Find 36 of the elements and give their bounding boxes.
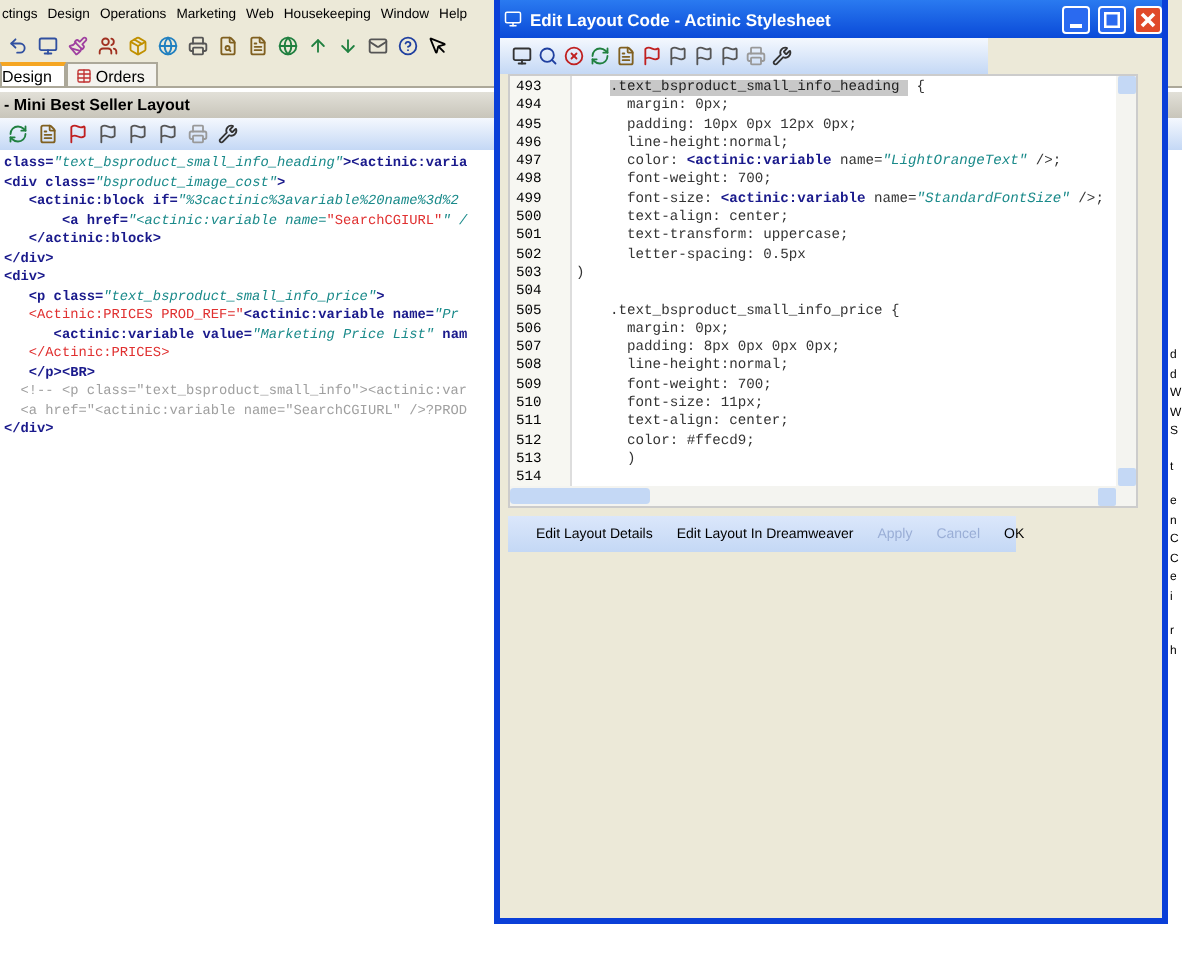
- document-icon[interactable]: [248, 36, 268, 56]
- people-icon[interactable]: [98, 36, 118, 56]
- minimize-button[interactable]: [1062, 5, 1090, 33]
- monitor-icon[interactable]: [38, 36, 58, 56]
- tab[interactable]: Orders: [65, 62, 159, 86]
- maximize-button[interactable]: [1098, 5, 1126, 33]
- window-title: Edit Layout Code - Actinic Stylesheet: [530, 9, 833, 29]
- close-button[interactable]: [1134, 5, 1162, 33]
- window-icon: [504, 10, 522, 28]
- mail-icon[interactable]: [368, 36, 388, 56]
- pointer-icon[interactable]: [428, 36, 448, 56]
- tab[interactable]: Design: [0, 62, 66, 86]
- vertical-scrollbar[interactable]: [1116, 76, 1136, 486]
- undo-icon[interactable]: [8, 36, 28, 56]
- wrench-icon[interactable]: [772, 46, 792, 66]
- refresh-icon[interactable]: [590, 46, 610, 66]
- down-arrow-icon[interactable]: [338, 36, 358, 56]
- document-icon[interactable]: [616, 46, 636, 66]
- globe-icon[interactable]: [278, 36, 298, 56]
- up-arrow-icon[interactable]: [308, 36, 328, 56]
- globe-icon[interactable]: [158, 36, 178, 56]
- minimize-icon: [1070, 23, 1082, 27]
- document-icon[interactable]: [218, 36, 238, 56]
- search-icon[interactable]: [538, 46, 558, 66]
- document-icon[interactable]: [38, 124, 58, 144]
- help-icon[interactable]: [398, 36, 418, 56]
- frame-icon[interactable]: [512, 46, 532, 66]
- stop-icon[interactable]: [564, 46, 584, 66]
- refresh-icon[interactable]: [8, 124, 28, 144]
- printer-icon[interactable]: [188, 36, 208, 56]
- table-icon: [75, 68, 92, 84]
- horizontal-scrollbar[interactable]: [510, 486, 1136, 506]
- brush-icon[interactable]: [68, 36, 88, 56]
- close-icon: [1140, 11, 1156, 27]
- wrench-icon[interactable]: [218, 124, 238, 144]
- maximize-icon: [1104, 11, 1120, 27]
